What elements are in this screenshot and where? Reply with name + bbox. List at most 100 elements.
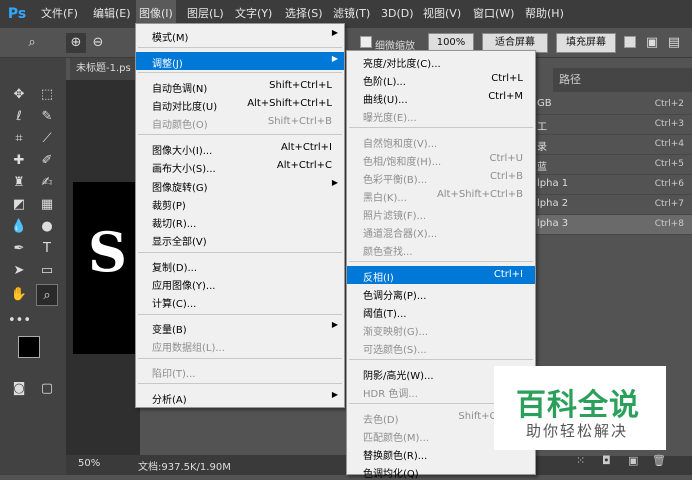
zoom-tool-selected-icon[interactable]: ⌕ <box>36 284 58 306</box>
gradient-tool-icon[interactable]: ▦ <box>36 194 58 216</box>
path-select-icon[interactable]: ➤ <box>8 260 30 282</box>
blur-tool-icon[interactable]: 💧 <box>8 216 30 238</box>
adjust-menu-item[interactable]: 色调均化(Q) <box>347 462 535 480</box>
brush-tool-icon[interactable]: ✐ <box>36 150 58 172</box>
screen-mode-tool-icon[interactable]: ▢ <box>36 378 58 400</box>
image-menu-item[interactable]: 画布大小(S)... Alt+Ctrl+C <box>136 157 344 175</box>
adjust-menu-item-label: 亮度/对比度(C)... <box>363 59 441 70</box>
tab-channels[interactable] <box>535 68 553 92</box>
adjust-menu-item-shortcut: Ctrl+U <box>489 153 524 164</box>
zoom-out-icon[interactable]: ⊖ <box>88 33 108 53</box>
image-menu-item-label: 图像旋转(G) <box>152 183 208 194</box>
adjust-menu-item-label: 曲线(U)... <box>363 95 408 106</box>
quick-select-icon[interactable]: ✎ <box>36 106 58 128</box>
move-tool-icon[interactable]: ✥ <box>8 84 30 106</box>
adjust-menu-item[interactable]: 反相(I) Ctrl+I <box>347 266 535 284</box>
menu-separator <box>138 358 342 359</box>
image-menu-item[interactable]: 图像大小(I)... Alt+Ctrl+I <box>136 139 344 157</box>
adjust-menu-item[interactable]: 色阶(L)... Ctrl+L <box>347 70 535 88</box>
menu-window[interactable]: 窗口(W) <box>470 0 517 28</box>
menu-edit[interactable]: 编辑(E) <box>90 0 134 28</box>
delete-channel-icon[interactable]: 🗑 <box>652 454 666 467</box>
channel-row[interactable]: 蓝 Ctrl+5 <box>535 155 692 175</box>
image-menu-item[interactable]: 计算(C)... <box>136 292 344 310</box>
image-menu-item[interactable]: 变量(B) ▶ <box>136 318 344 336</box>
stamp-tool-icon[interactable]: ♜ <box>8 172 30 194</box>
menu-help[interactable]: 帮助(H) <box>522 0 567 28</box>
adjust-menu-item[interactable]: 亮度/对比度(C)... <box>347 52 535 70</box>
image-menu-item[interactable]: 自动对比度(U) Alt+Shift+Ctrl+L <box>136 95 344 113</box>
channel-row[interactable]: lpha 1 Ctrl+6 <box>535 175 692 195</box>
adjust-menu-item-label: 色调均化(Q) <box>363 469 419 480</box>
adjust-menu-item[interactable]: 曲线(U)... Ctrl+M <box>347 88 535 106</box>
dodge-tool-icon[interactable]: ● <box>36 216 58 238</box>
channel-name: 蓝 <box>537 162 547 173</box>
eraser-tool-icon[interactable]: ◩ <box>8 194 30 216</box>
adjust-menu-item-label: 色阶(L)... <box>363 77 406 88</box>
adjust-menu-item-label: 渐变映射(G)... <box>363 327 429 338</box>
image-menu-item[interactable]: 裁切(R)... <box>136 212 344 230</box>
photoshop-logo: Ps <box>7 6 27 22</box>
tab-paths[interactable]: 路径 <box>553 68 587 92</box>
channel-row[interactable]: 工 Ctrl+3 <box>535 115 692 135</box>
image-menu-item[interactable]: 调整(J) ▶ <box>136 52 344 70</box>
channel-name: 录 <box>537 142 547 153</box>
adjust-menu-item[interactable]: 阈值(T)... <box>347 302 535 320</box>
channel-row[interactable]: GB Ctrl+2 <box>535 95 692 115</box>
image-menu-item-shortcut: Alt+Shift+Ctrl+L <box>247 98 332 109</box>
image-menu-item[interactable]: 图像旋转(G) ▶ <box>136 176 344 194</box>
menu-3d[interactable]: 3D(D) <box>378 0 417 28</box>
scrubby-zoom-checkbox[interactable] <box>360 36 372 48</box>
menu-file[interactable]: 文件(F) <box>38 0 81 28</box>
channel-shortcut: Ctrl+7 <box>654 199 684 209</box>
quick-mask-icon[interactable]: ◙ <box>8 378 30 400</box>
channel-row[interactable]: 录 Ctrl+4 <box>535 135 692 155</box>
type-tool-icon[interactable]: T <box>36 238 58 260</box>
more-tools-icon[interactable]: ••• <box>8 310 31 332</box>
image-menu-item-label: 图像大小(I)... <box>152 146 213 157</box>
adjust-menu-item-label: 阈值(T)... <box>363 309 407 320</box>
zoom-in-icon[interactable]: ⊕ <box>66 33 86 53</box>
pen-tool-icon[interactable]: ✒ <box>8 238 30 260</box>
image-menu-item[interactable]: 显示全部(V) <box>136 230 344 248</box>
channel-name: lpha 3 <box>537 218 569 229</box>
document-tab[interactable]: 未标题-1.ps <box>70 58 140 80</box>
save-selection-icon[interactable]: ◘ <box>602 454 611 467</box>
new-channel-icon[interactable]: ▣ <box>628 454 638 467</box>
fit-check-icon[interactable] <box>624 36 636 48</box>
image-menu-item[interactable]: 裁剪(P) <box>136 194 344 212</box>
load-channel-icon[interactable]: ⁙ <box>576 454 585 467</box>
image-menu-item[interactable]: 分析(A) ▶ <box>136 388 344 406</box>
adjust-menu-item[interactable]: 色调分离(P)... <box>347 284 535 302</box>
menu-separator <box>138 47 342 48</box>
image-menu-item[interactable]: 模式(M) ▶ <box>136 26 344 44</box>
marquee-tool-icon[interactable]: ⬚ <box>36 84 58 106</box>
image-menu-item[interactable]: 应用图像(Y)... <box>136 274 344 292</box>
mask-icon[interactable]: ▣ <box>642 33 662 53</box>
channel-row[interactable]: lpha 2 Ctrl+7 <box>535 195 692 215</box>
adjust-menu-item: 渐变映射(G)... <box>347 320 535 338</box>
zoom-level[interactable]: 50% <box>78 458 100 469</box>
adjust-menu-item-label: 通道混合器(X)... <box>363 229 438 240</box>
image-menu-item-label: 陷印(T)... <box>152 369 196 380</box>
hand-tool-icon[interactable]: ✋ <box>8 284 30 306</box>
menu-separator <box>349 127 533 128</box>
image-menu-item[interactable]: 自动色调(N) Shift+Ctrl+L <box>136 77 344 95</box>
menu-view[interactable]: 视图(V) <box>420 0 464 28</box>
menu-separator <box>349 261 533 262</box>
image-menu-item-label: 分析(A) <box>152 395 187 406</box>
channel-row[interactable]: lpha 3 Ctrl+8 <box>535 215 692 235</box>
lasso-tool-icon[interactable]: ℓ <box>8 106 30 128</box>
healing-tool-icon[interactable]: ✚ <box>8 150 30 172</box>
fill-screen-button[interactable]: 填充屏幕 <box>556 33 616 53</box>
image-menu-item[interactable]: 复制(D)... <box>136 256 344 274</box>
image-menu-item-label: 自动色调(N) <box>152 84 208 95</box>
adjust-menu-item: 颜色查找... <box>347 240 535 258</box>
shape-tool-icon[interactable]: ▭ <box>36 260 58 282</box>
foreground-color-swatch[interactable] <box>18 336 40 358</box>
eyedropper-tool-icon[interactable]: ⟋ <box>36 128 58 150</box>
history-brush-icon[interactable]: ✍ <box>36 172 58 194</box>
zoom-tool-icon[interactable]: ⌕ <box>22 33 42 53</box>
screen-mode-icon[interactable]: ▤ <box>664 33 684 53</box>
crop-tool-icon[interactable]: ⌗ <box>8 128 30 150</box>
